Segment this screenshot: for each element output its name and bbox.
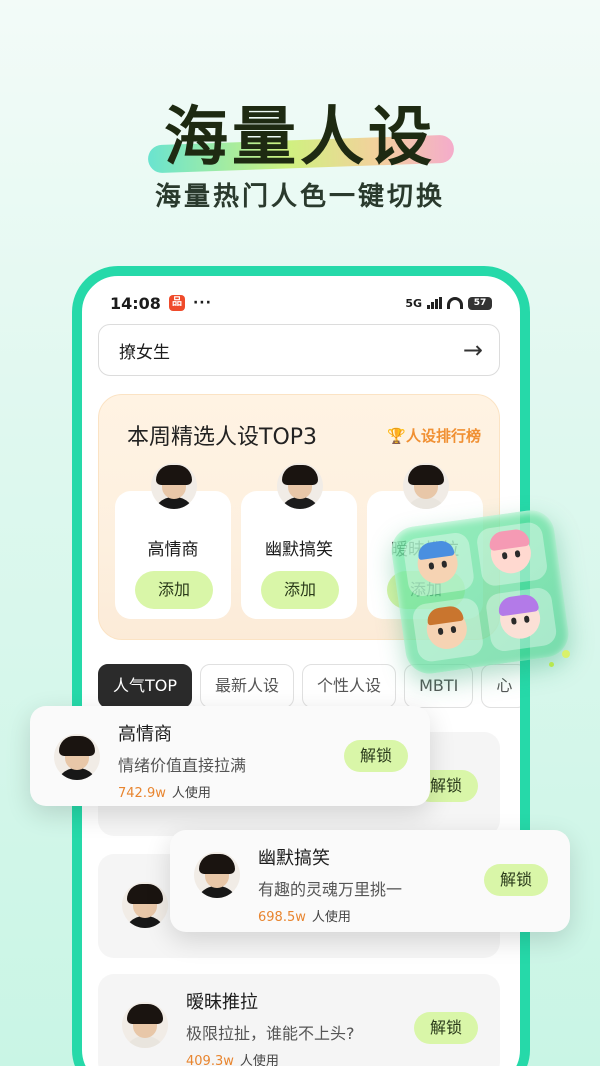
signal-icon [427,297,442,309]
user-count: 698.5w [258,910,306,925]
top3-card[interactable]: 幽默搞笑 添加 [241,463,357,619]
list-item-name: 暧昧推拉 [186,992,258,1013]
promo-subtitle: 海量热门人色一键切换 [154,182,445,212]
unlock-button[interactable]: 解锁 [344,740,408,772]
toy-boy-icon [402,531,476,598]
list-item-users: 742.9w 人使用 [118,782,211,801]
app-notification-icon: 品 [168,295,185,311]
battery-icon: 57 [468,296,492,310]
card-name: 高情商 [147,540,199,560]
promo-title: 海量人设 [164,101,436,175]
avatar [277,463,323,509]
list-item-name: 高情商 [118,724,172,745]
ranking-link-label: 人设排行榜 [405,427,481,445]
list-item-desc: 极限拉扯，谁能不上头? [186,1024,355,1043]
user-count-label: 人使用 [311,910,351,925]
tab-popular-top[interactable]: 人气TOP [98,664,193,708]
wifi-icon [447,297,463,309]
avatar [122,1002,168,1048]
search-input[interactable]: 撩女生 → [98,324,500,376]
user-count-label: 人使用 [171,786,211,801]
status-time: 14:08 [110,293,161,313]
unlock-button[interactable]: 解锁 [484,864,548,896]
list-item-name: 幽默搞笑 [258,848,330,869]
category-tabs: 人气TOP 最新人设 个性人设 MBTI 心 [98,664,520,710]
sparkle-dot [562,650,570,658]
status-indicators: 5G 57 [405,296,492,310]
user-count-label: 人使用 [239,1054,279,1066]
sparkle-dot [549,662,554,667]
avatar [194,852,240,898]
toy-box-illustration [388,507,572,677]
user-count: 742.9w [118,786,166,801]
list-item[interactable]: 暧昧推拉 极限拉扯，谁能不上头? 409.3w 人使用 解锁 [98,974,500,1066]
arrow-right-icon[interactable]: → [463,336,483,364]
add-button[interactable]: 添加 [135,571,213,609]
list-item-users: 698.5w 人使用 [258,906,351,925]
trophy-icon: 🏆 [387,427,406,445]
top3-title: 本周精选人设TOP3 [127,425,318,450]
more-notifications-icon: ··· [192,295,212,311]
search-value: 撩女生 [119,342,170,363]
user-count: 409.3w [186,1054,234,1066]
tab-heart[interactable]: 心 [481,664,520,708]
unlock-button[interactable]: 解锁 [414,1012,478,1044]
top3-card[interactable]: 高情商 添加 [115,463,231,619]
list-item-desc: 情绪价值直接拉满 [118,756,247,775]
ranking-link[interactable]: 🏆人设排行榜 [387,425,481,446]
network-label: 5G [405,296,422,310]
avatar [122,882,168,928]
list-item-users: 409.3w 人使用 [186,1050,279,1066]
tab-newest[interactable]: 最新人设 [200,664,295,708]
floating-list-card[interactable]: 高情商 情绪价值直接拉满 742.9w 人使用 解锁 [30,706,430,806]
add-button[interactable]: 添加 [261,571,339,609]
status-bar: 14:08 品 ··· 5G 57 [82,276,520,316]
floating-list-card[interactable]: 幽默搞笑 有趣的灵魂万里挑一 698.5w 人使用 解锁 [170,830,570,932]
card-name: 幽默搞笑 [265,540,333,560]
avatar [54,734,100,780]
avatar [403,463,449,509]
tab-personality[interactable]: 个性人设 [302,664,397,708]
toy-purple-girl-icon [484,586,558,653]
list-item-desc: 有趣的灵魂万里挑一 [258,880,403,899]
avatar [151,463,197,509]
toy-girl-icon [475,520,549,588]
toy-glasses-icon [411,596,485,664]
